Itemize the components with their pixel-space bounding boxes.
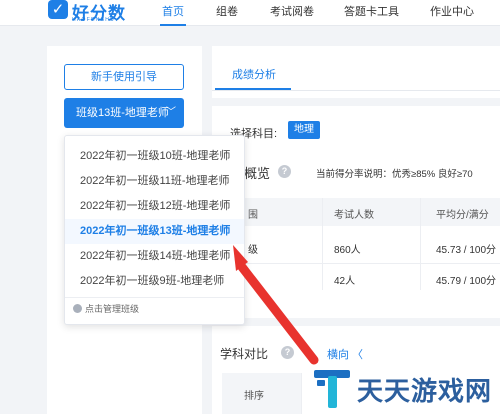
manage-classes-link[interactable]: 点击管理班级: [73, 302, 139, 315]
column-header-range: 围: [248, 210, 258, 221]
watermark-text: 天天游戏网: [357, 376, 493, 406]
site-watermark: 天天游戏网: [312, 366, 500, 414]
overview-title: 概览: [244, 166, 271, 181]
class-option[interactable]: 2022年初一班级10班-地理老师: [65, 144, 244, 169]
nav-compose-paper[interactable]: 组卷: [216, 3, 238, 19]
table-cell: 860人: [334, 245, 361, 256]
score-rate-note: 当前得分率说明：优秀≥85% 良好≥70: [316, 169, 473, 180]
logo[interactable]: ✓ 好分数 HAOFENSHU: [48, 0, 148, 24]
table-cell: 级: [248, 245, 258, 256]
nav-active-indicator: [160, 24, 186, 26]
sort-label[interactable]: 排序: [244, 387, 264, 402]
horizontal-compare-link[interactable]: 横向 〈: [327, 346, 363, 362]
help-icon[interactable]: ?: [278, 165, 291, 178]
class-option[interactable]: 2022年初一班级9班-地理老师: [65, 269, 244, 294]
tab-divider: [212, 90, 500, 91]
logo-mark-icon: ✓: [48, 0, 68, 19]
help-icon[interactable]: ?: [281, 346, 294, 359]
nav-homework-center[interactable]: 作业中心: [430, 3, 474, 19]
top-nav-bar: ✓ 好分数 HAOFENSHU 首页 组卷 考试阅卷 答题卡工具 作业中心: [0, 0, 500, 26]
column-header-average: 平均分/满分: [436, 210, 489, 221]
class-selector-button[interactable]: 班级13班-地理老师 ﹀: [64, 98, 184, 128]
table-cell: 45.79 / 100分: [436, 276, 497, 287]
dropdown-divider: [65, 297, 244, 298]
nav-home[interactable]: 首页: [162, 3, 184, 19]
manage-classes-label: 点击管理班级: [85, 304, 140, 314]
column-header-exam-count: 考试人数: [334, 210, 374, 221]
logo-subtitle: HAOFENSHU: [72, 17, 116, 23]
table-cell: 45.73 / 100分: [436, 245, 497, 256]
nav-exam-marking[interactable]: 考试阅卷: [270, 3, 314, 19]
subject-tag-geography[interactable]: 地理: [288, 121, 320, 139]
watermark-logo-icon: [314, 370, 350, 408]
class-option[interactable]: 2022年初一班级14班-地理老师: [65, 244, 244, 269]
class-option-selected[interactable]: 2022年初一班级13班-地理老师: [65, 219, 244, 244]
class-selector-label: 班级13班-地理老师: [76, 107, 169, 119]
subject-compare-title: 学科对比: [220, 347, 269, 361]
class-option[interactable]: 2022年初一班级12班-地理老师: [65, 194, 244, 219]
section-gap: [212, 318, 500, 326]
table-cell: 42人: [334, 276, 356, 287]
tab-score-analysis[interactable]: 成绩分析: [232, 66, 276, 82]
chevron-down-icon: ﹀: [166, 107, 176, 118]
class-option[interactable]: 2022年初一班级11班-地理老师: [65, 169, 244, 194]
section-gap: [212, 98, 500, 106]
column-divider: [322, 198, 323, 290]
class-dropdown-menu: 2022年初一班级10班-地理老师 2022年初一班级11班-地理老师 2022…: [64, 135, 245, 325]
beginner-guide-button[interactable]: 新手使用引导: [64, 64, 184, 90]
column-divider: [420, 198, 421, 290]
user-icon: [73, 304, 82, 313]
nav-answer-sheet-tools[interactable]: 答题卡工具: [344, 3, 399, 19]
overview-table: 围 考试人数 平均分/满分 级 860人 45.73 / 100分 42人 45…: [244, 198, 500, 290]
